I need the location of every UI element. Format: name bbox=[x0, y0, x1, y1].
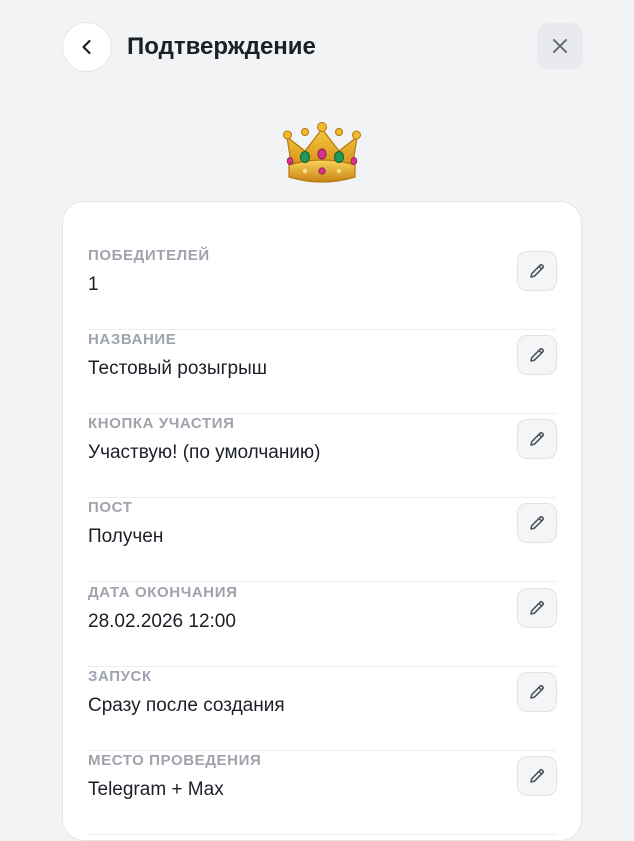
field-value: 1 bbox=[88, 274, 99, 295]
field-row-end-date: ДАТА ОКОНЧАНИЯ 28.02.2026 12:00 bbox=[88, 583, 557, 667]
edit-winners-button[interactable] bbox=[517, 251, 557, 291]
pencil-icon bbox=[530, 515, 545, 530]
field-value: Сразу после создания bbox=[88, 695, 285, 716]
field-label: НАЗВАНИЕ bbox=[88, 331, 177, 348]
summary-card: ПОБЕДИТЕЛЕЙ 1 НАЗВАНИЕ Тестовый розыгрыш… bbox=[62, 201, 582, 841]
field-row-participate-button: КНОПКА УЧАСТИЯ Участвую! (по умолчанию) bbox=[88, 414, 557, 498]
field-value: Тестовый розыгрыш bbox=[88, 358, 267, 379]
field-value: Участвую! (по умолчанию) bbox=[88, 442, 321, 463]
field-label: ДАТА ОКОНЧАНИЯ bbox=[88, 584, 238, 601]
header: Подтверждение bbox=[0, 0, 634, 95]
page-title: Подтверждение bbox=[127, 33, 316, 60]
pencil-icon bbox=[530, 600, 545, 615]
back-button[interactable] bbox=[62, 22, 112, 72]
field-label: ПОСТ bbox=[88, 499, 133, 516]
field-value: Получен bbox=[88, 526, 164, 547]
edit-end-date-button[interactable] bbox=[517, 588, 557, 628]
edit-name-button[interactable] bbox=[517, 335, 557, 375]
edit-launch-button[interactable] bbox=[517, 672, 557, 712]
pencil-icon bbox=[530, 768, 545, 783]
crown-icon bbox=[283, 122, 361, 183]
edit-participate-button[interactable] bbox=[517, 419, 557, 459]
field-label: ПОБЕДИТЕЛЕЙ bbox=[88, 247, 210, 264]
edit-post-button[interactable] bbox=[517, 503, 557, 543]
field-label: МЕСТО ПРОВЕДЕНИЯ bbox=[88, 752, 262, 769]
close-icon bbox=[553, 39, 567, 53]
close-button[interactable] bbox=[537, 23, 583, 69]
pencil-icon bbox=[530, 347, 545, 362]
field-value: Telegram + Max bbox=[88, 779, 224, 800]
field-row-post: ПОСТ Получен bbox=[88, 498, 557, 582]
pencil-icon bbox=[530, 684, 545, 699]
field-row-winners: ПОБЕДИТЕЛЕЙ 1 bbox=[88, 246, 557, 330]
pencil-icon bbox=[530, 431, 545, 446]
field-row-venue: МЕСТО ПРОВЕДЕНИЯ Telegram + Max bbox=[88, 751, 557, 835]
field-label: КНОПКА УЧАСТИЯ bbox=[88, 415, 235, 432]
field-row-name: НАЗВАНИЕ Тестовый розыгрыш bbox=[88, 330, 557, 414]
chevron-left-icon bbox=[82, 39, 91, 55]
field-row-launch: ЗАПУСК Сразу после создания bbox=[88, 667, 557, 751]
pencil-icon bbox=[530, 263, 545, 278]
field-value: 28.02.2026 12:00 bbox=[88, 611, 236, 632]
edit-venue-button[interactable] bbox=[517, 756, 557, 796]
field-label: ЗАПУСК bbox=[88, 668, 152, 685]
